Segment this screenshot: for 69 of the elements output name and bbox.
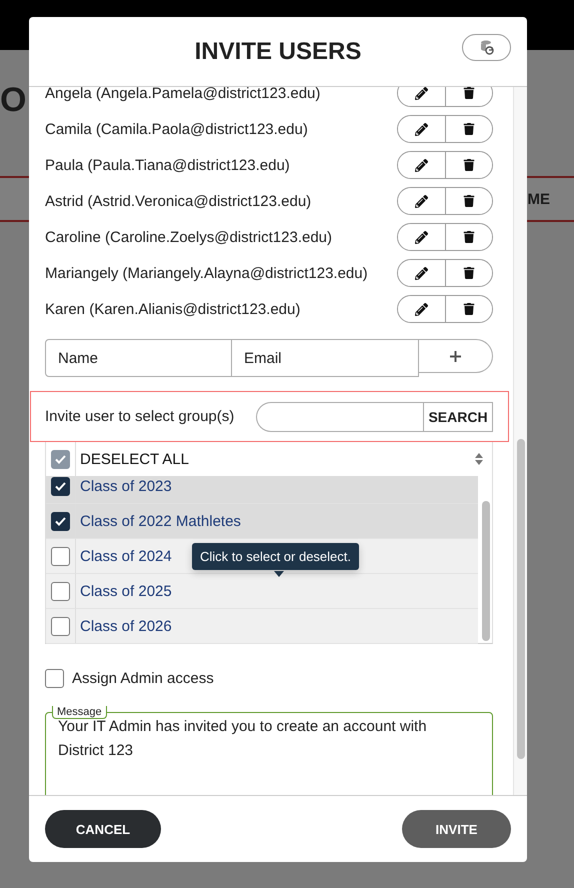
plus-icon [449, 350, 462, 362]
name-field[interactable]: Name [45, 339, 232, 377]
group-row[interactable]: Class of 2023 [46, 476, 478, 504]
delete-button[interactable] [444, 152, 492, 178]
delete-button[interactable] [444, 296, 492, 322]
trash-icon [462, 87, 475, 99]
checkmark-icon [55, 482, 66, 490]
trash-icon [462, 267, 475, 279]
group-label: Class of 2026 [80, 618, 172, 634]
deselect-all-label[interactable]: DESELECT ALL [80, 450, 474, 468]
trash-icon [462, 159, 475, 171]
checkbox[interactable] [51, 582, 70, 600]
group-row[interactable]: Class of 2025 [46, 574, 478, 609]
delete-button[interactable] [444, 260, 492, 286]
admin-access-label: Assign Admin access [72, 670, 214, 686]
pencil-icon [414, 266, 428, 280]
group-label: Class of 2024 [80, 548, 172, 564]
checkbox[interactable] [51, 450, 70, 468]
checkbox[interactable] [51, 546, 70, 566]
pencil-icon [414, 122, 428, 136]
pencil-icon [414, 87, 428, 100]
trash-icon [462, 195, 475, 207]
cancel-button[interactable]: CANCEL [45, 810, 161, 848]
search-field[interactable] [256, 402, 423, 432]
page-title: O [0, 80, 26, 120]
group-row[interactable]: Class of 2022 Mathletes [46, 504, 478, 539]
group-label: Class of 2025 [80, 582, 172, 600]
user-entry: Paula (Paula.Tiana@district123.edu) [45, 156, 290, 174]
checkbox[interactable] [45, 668, 64, 688]
delete-button[interactable] [444, 116, 492, 142]
user-entry: Mariangely (Mariangely.Alayna@district123.edu) [45, 264, 368, 282]
scrollbar[interactable] [516, 439, 524, 759]
message-field[interactable]: Message Your IT Admin has invited you to create an account with District 123 [45, 706, 493, 795]
sort-icon [474, 452, 484, 466]
pencil-icon [414, 194, 428, 208]
message-legend: Message [52, 706, 107, 719]
search-button[interactable]: SEARCH [423, 402, 493, 432]
group-row[interactable]: Class of 2026 [46, 609, 478, 644]
checkmark-icon [55, 516, 66, 526]
checkbox[interactable] [51, 512, 70, 530]
database-sync-icon [480, 40, 494, 55]
group-label: Class of 2022 Mathletes [80, 512, 241, 530]
dialog-title: INVITE USERS [194, 38, 362, 66]
user-entry: Karen (Karen.Alianis@district123.edu) [45, 300, 300, 318]
pencil-icon [414, 302, 428, 316]
scrollbar[interactable] [482, 501, 490, 641]
group-label: Class of 2023 [80, 478, 172, 494]
sync-button[interactable] [462, 34, 511, 61]
user-entry: Angela (Angela.Pamela@district123.edu) [45, 87, 320, 102]
group-search-label: Invite user to select group(s) [45, 408, 234, 425]
checkmark-icon [55, 454, 66, 464]
trash-icon [462, 123, 475, 135]
checkbox[interactable] [51, 476, 70, 496]
pencil-icon [414, 230, 428, 244]
trash-icon [462, 303, 475, 315]
checkbox[interactable] [51, 616, 70, 636]
user-entry: Caroline (Caroline.Zoelys@district123.edu) [45, 228, 332, 246]
email-field[interactable]: Email [232, 339, 419, 377]
trash-icon [462, 231, 475, 243]
pencil-icon [414, 158, 428, 172]
delete-button[interactable] [444, 224, 492, 250]
delete-button[interactable] [444, 87, 492, 106]
tooltip-arrow [274, 571, 284, 577]
delete-button[interactable] [444, 188, 492, 214]
column-header: ME [528, 190, 550, 208]
user-entry: Astrid (Astrid.Veronica@district123.edu) [45, 192, 312, 210]
user-entry: Camila (Camila.Paola@district123.edu) [45, 120, 308, 138]
invite-button[interactable]: INVITE [402, 810, 511, 848]
message-text: Your IT Admin has invited you to create an account with District 123 [58, 718, 428, 761]
